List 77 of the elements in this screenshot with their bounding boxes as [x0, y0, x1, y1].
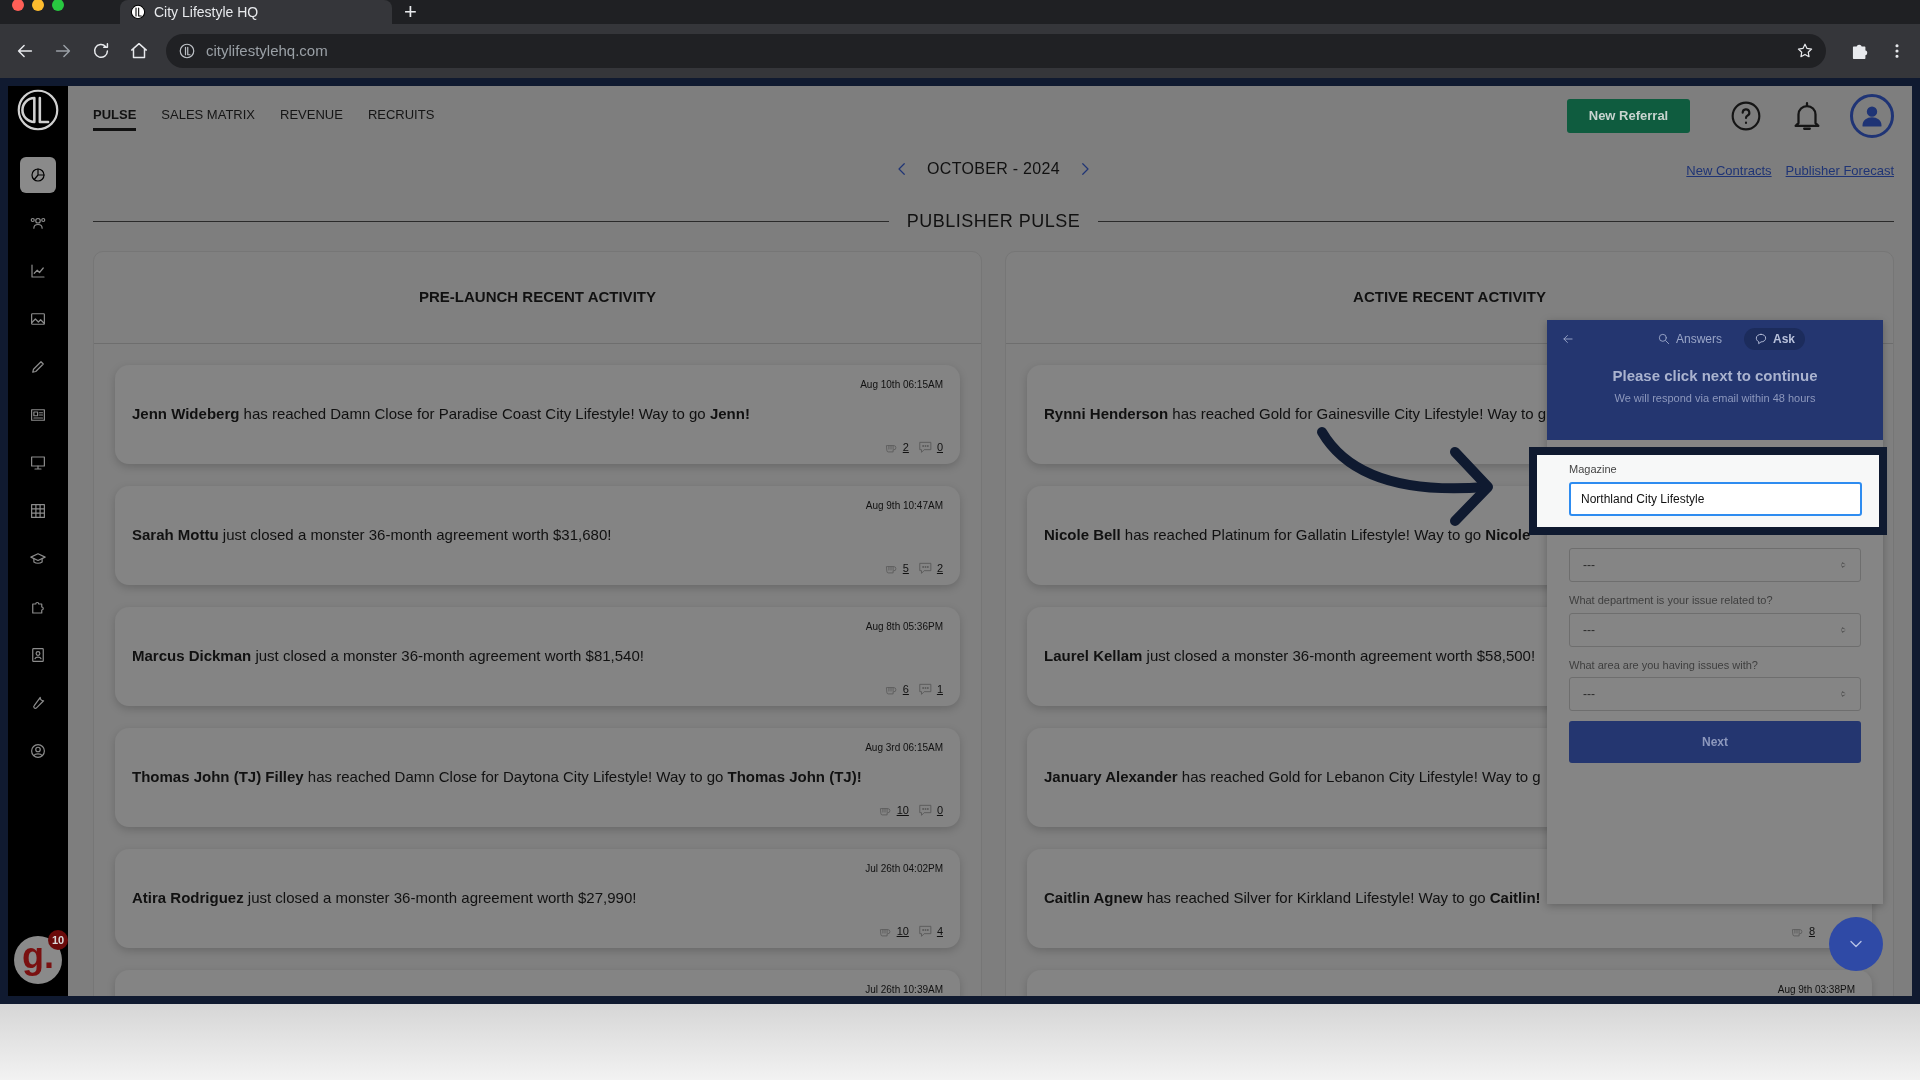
comment-count[interactable]: 0	[936, 438, 943, 455]
activity-message: Laurel Kellam just closed a monster 36-month agreement worth $58,500!	[1044, 646, 1536, 666]
nav-tab[interactable]: REVENUE	[280, 101, 343, 131]
timestamp: Jul 26th 04:02PM	[865, 862, 943, 875]
field-label: What department is your issue related to?	[1569, 593, 1774, 608]
timestamp: Aug 8th 05:36PM	[865, 620, 943, 633]
activity-message: Rynni Henderson has reached Gold for Gainesville City Lifestyle! Way to g	[1044, 404, 1547, 424]
widget-tab[interactable]: Ask	[1744, 328, 1806, 350]
fist-bump-count[interactable]: 5	[902, 559, 909, 576]
speech-bubble-icon	[1754, 332, 1768, 346]
address-bar[interactable]: citylifestylehq.com	[166, 34, 1826, 68]
activity-message: January Alexander has reached Gold for Lebanon City Lifestyle! Way to g	[1044, 767, 1541, 787]
period-label: OCTOBER - 2024	[927, 159, 1060, 179]
image-icon	[29, 310, 47, 328]
fist-bump-count[interactable]: 8	[1808, 922, 1815, 939]
site-logo-icon	[178, 42, 196, 60]
timestamp: Aug 3rd 06:15AM	[865, 741, 943, 754]
search-icon	[1657, 332, 1671, 346]
comment-count[interactable]: 1	[936, 680, 943, 697]
timestamp: Aug 9th 03:38PM	[1777, 983, 1855, 996]
activity-message: Thomas John (TJ) Filley has reached Damn Close for Daytona City Lifestyle! Way to go Thomas John (TJ)!	[132, 767, 862, 787]
new-tab-button[interactable]: +	[404, 1, 417, 23]
pie-chart-icon	[29, 166, 47, 184]
section-title: PUBLISHER PULSE	[906, 210, 1081, 233]
browser-tab[interactable]: City Lifestyle HQ	[120, 0, 392, 24]
nav-tab[interactable]: PULSE	[93, 101, 137, 131]
logo-icon	[130, 4, 146, 20]
help-icon[interactable]	[1730, 100, 1762, 132]
activity-message: Sarah Mottu just closed a monster 36-month agreement worth $31,680!	[132, 525, 612, 545]
grid-icon	[29, 502, 47, 520]
link[interactable]: New Contracts	[1686, 161, 1772, 181]
newspaper-icon	[29, 406, 47, 424]
widget-title: Please click next to continue	[1612, 366, 1818, 386]
sidebar-item[interactable]	[20, 157, 56, 193]
field-label: What area are you having issues with?	[1569, 657, 1759, 673]
maximize-window-button[interactable]	[52, 0, 64, 11]
comment-count[interactable]: 2	[936, 559, 943, 576]
magazine-input[interactable]: Northland City Lifestyle	[1569, 481, 1862, 516]
link[interactable]: Publisher Forecast	[1785, 161, 1894, 181]
star-icon[interactable]	[1796, 42, 1814, 60]
nav-tab[interactable]: SALES MATRIX	[161, 101, 256, 131]
minimize-window-button[interactable]	[32, 0, 44, 11]
nav-tab[interactable]: RECRUITS	[367, 101, 435, 131]
avatar-button[interactable]	[1850, 94, 1894, 138]
panel-title: ACTIVE RECENT ACTIVITY	[1353, 287, 1546, 308]
activity-message: Atira Rodriguez just closed a monster 36-month agreement worth $27,990!	[132, 888, 637, 908]
select-field[interactable]: ---	[1569, 548, 1861, 582]
fist-bump-count[interactable]: 10	[896, 922, 909, 939]
fist-bump-count[interactable]: 6	[902, 680, 909, 697]
next-button[interactable]: Next	[1569, 721, 1861, 763]
select-field[interactable]: ---	[1569, 612, 1861, 647]
widget-tab[interactable]: Answers	[1647, 328, 1732, 350]
panel-title: PRE-LAUNCH RECENT ACTIVITY	[419, 287, 656, 308]
activity-message: Caitlin Agnew has reached Silver for Kirkland Lifestyle! Way to go Caitlin!	[1044, 888, 1541, 908]
timestamp: Jul 26th 10:39AM	[865, 983, 943, 996]
fist-bump-count[interactable]: 10	[896, 801, 909, 818]
activity-message: Nicole Bell has reached Platinum for Gallatin Lifestyle! Way to go Nicole	[1044, 525, 1531, 545]
monitor-icon	[29, 454, 47, 472]
line-chart-icon	[29, 262, 47, 280]
select-field[interactable]: ---	[1569, 677, 1861, 711]
activity-message: Jenn Wideberg has reached Damn Close for Paradise Coast City Lifestyle! Way to go Jenn!	[132, 404, 750, 424]
pencil-icon	[29, 358, 47, 376]
logo-icon	[16, 88, 60, 132]
widget-subtitle: We will respond via email within 48 hours	[1614, 390, 1816, 406]
comment-count[interactable]: 0	[936, 801, 943, 818]
close-window-button[interactable]	[12, 0, 24, 11]
field-label: Magazine	[1569, 462, 1618, 477]
activity-message: Marcus Dickman just closed a monster 36-month agreement worth $81,540!	[132, 646, 644, 666]
notification-count: 10	[48, 930, 68, 950]
timestamp: Aug 9th 10:47AM	[865, 499, 943, 512]
user-circle-icon	[29, 742, 47, 760]
new-referral-button[interactable]: New Referral	[1567, 99, 1690, 133]
contact-book-icon	[29, 646, 47, 664]
comment-count[interactable]: 4	[936, 922, 943, 939]
back-arrow-icon[interactable]	[1561, 332, 1575, 346]
fist-bump-count[interactable]: 2	[902, 438, 909, 455]
timestamp: Aug 10th 06:15AM	[860, 378, 943, 391]
